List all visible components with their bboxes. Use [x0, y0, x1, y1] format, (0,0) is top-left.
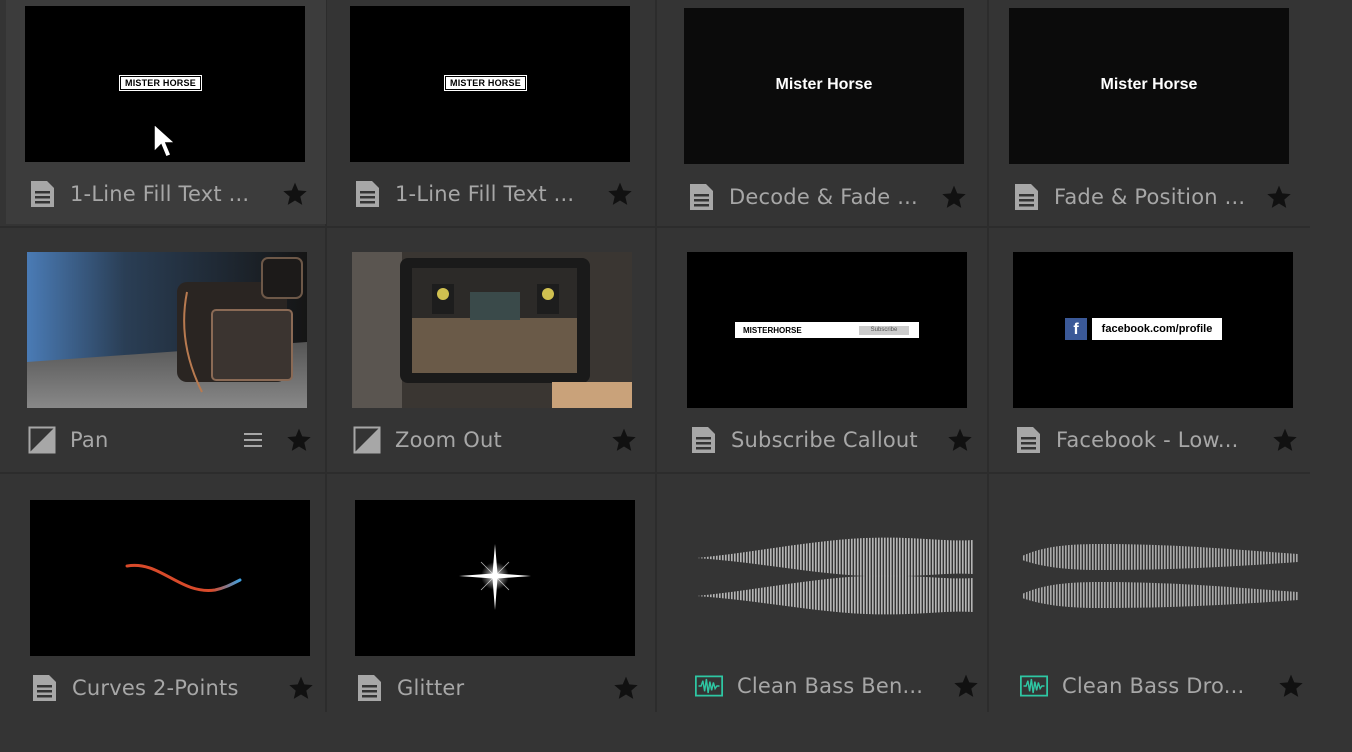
audio-icon: [695, 672, 723, 700]
asset-label: 1-Line Fill Text ...: [70, 182, 250, 206]
audio-waveform: [697, 537, 973, 615]
asset-tile[interactable]: Clean Bass Ben...: [665, 480, 985, 726]
menu-lines-icon[interactable]: [242, 429, 264, 451]
asset-label: Facebook - Low...: [1056, 428, 1239, 452]
thumbnail[interactable]: [27, 252, 307, 408]
audio-icon: [1020, 672, 1048, 700]
thumb-text: Mister Horse: [775, 76, 873, 93]
favorite-star-icon[interactable]: [282, 181, 308, 207]
favorite-star-icon[interactable]: [1278, 673, 1304, 699]
thumbnail[interactable]: MISTER HORSE: [25, 6, 305, 162]
thumbnail[interactable]: [352, 252, 632, 408]
asset-tile[interactable]: MISTERHORSE Subscribe Subscribe Callout: [665, 232, 985, 478]
asset-label: Decode & Fade ...: [729, 185, 918, 209]
document-icon: [355, 674, 383, 702]
favorite-star-icon[interactable]: [286, 427, 312, 453]
document-icon: [30, 674, 58, 702]
thumbnail[interactable]: f facebook.com/profile: [1013, 252, 1293, 408]
asset-tile[interactable]: Pan: [6, 232, 326, 478]
asset-tile[interactable]: Mister Horse Fade & Position ...: [990, 0, 1310, 224]
asset-tile[interactable]: Curves 2-Points: [6, 480, 326, 726]
favorite-star-icon[interactable]: [611, 427, 637, 453]
transition-icon: [28, 426, 56, 454]
asset-label: Clean Bass Ben...: [737, 674, 924, 698]
favorite-star-icon[interactable]: [947, 427, 973, 453]
asset-tile[interactable]: Clean Bass Dro...: [990, 480, 1310, 726]
document-icon: [689, 426, 717, 454]
asset-label: 1-Line Fill Text ...: [395, 182, 575, 206]
thumb-text: MISTER HORSE: [119, 75, 202, 91]
asset-label: Clean Bass Dro...: [1062, 674, 1245, 698]
column-divider: [655, 0, 657, 712]
document-icon: [1012, 183, 1040, 211]
favorite-star-icon[interactable]: [613, 675, 639, 701]
thumbnail[interactable]: [30, 500, 310, 656]
asset-label: Pan: [70, 428, 109, 452]
audio-waveform: [1022, 544, 1298, 608]
thumbnail[interactable]: Mister Horse: [1009, 8, 1289, 164]
camera-screen-photo: [352, 252, 632, 408]
subscribe-button: Subscribe: [859, 326, 909, 335]
document-icon: [28, 180, 56, 208]
favorite-star-icon[interactable]: [1266, 184, 1292, 210]
thumb-text: MISTERHORSE: [743, 326, 802, 335]
asset-label: Subscribe Callout: [731, 428, 918, 452]
favorite-star-icon[interactable]: [607, 181, 633, 207]
asset-tile[interactable]: Mister Horse Decode & Fade ...: [665, 0, 985, 224]
favorite-star-icon[interactable]: [953, 673, 979, 699]
camera-photo: [27, 252, 307, 408]
asset-tile[interactable]: f facebook.com/profile Facebook - Low...: [990, 232, 1310, 478]
asset-label: Fade & Position ...: [1054, 185, 1246, 209]
asset-label: Zoom Out: [395, 428, 502, 452]
row-divider: [0, 226, 1310, 228]
thumbnail[interactable]: Mister Horse: [684, 8, 964, 164]
thumbnail[interactable]: [355, 500, 635, 656]
asset-label: Glitter: [397, 676, 465, 700]
document-icon: [687, 183, 715, 211]
document-icon: [353, 180, 381, 208]
sparkle-graphic: [459, 544, 531, 610]
thumbnail[interactable]: MISTERHORSE Subscribe: [687, 252, 967, 408]
thumbnail[interactable]: MISTER HORSE: [350, 6, 630, 162]
asset-tile[interactable]: Glitter: [331, 480, 651, 726]
document-icon: [1014, 426, 1042, 454]
mouse-cursor-icon: [153, 122, 177, 158]
favorite-star-icon[interactable]: [941, 184, 967, 210]
favorite-star-icon[interactable]: [288, 675, 314, 701]
thumb-text: Mister Horse: [1100, 76, 1198, 93]
transition-icon: [353, 426, 381, 454]
asset-grid: MISTER HORSE 1-Line Fill Text ... MISTER…: [0, 0, 1352, 752]
curve-graphic: [125, 563, 242, 592]
favorite-star-icon[interactable]: [1272, 427, 1298, 453]
thumb-text: facebook.com/profile: [1092, 318, 1222, 340]
thumb-text: MISTER HORSE: [444, 75, 527, 91]
column-divider: [987, 0, 989, 712]
facebook-icon: f: [1065, 318, 1087, 340]
asset-tile[interactable]: Zoom Out: [331, 232, 651, 478]
asset-tile[interactable]: MISTER HORSE 1-Line Fill Text ...: [6, 0, 326, 224]
asset-label: Curves 2-Points: [72, 676, 239, 700]
asset-tile[interactable]: MISTER HORSE 1-Line Fill Text ...: [331, 0, 651, 224]
